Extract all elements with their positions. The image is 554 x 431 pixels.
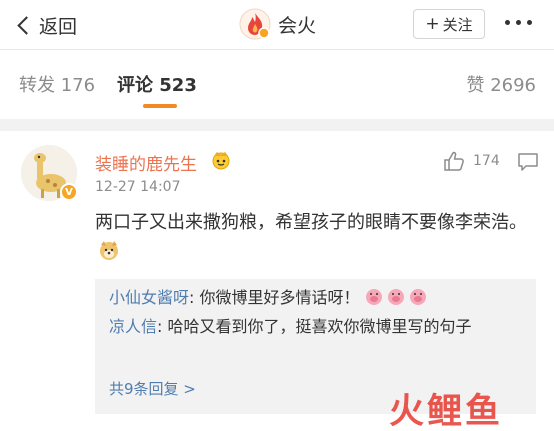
follow-button[interactable]: + 关注 <box>413 9 485 39</box>
list-item: 小仙女酱呀: 你微博里好多情话呀！ <box>109 285 529 310</box>
top-nav-bar: 返回 会火 + 关注 <box>0 0 554 49</box>
thumbs-up-icon <box>444 151 464 171</box>
section-separator <box>0 119 554 131</box>
watermark-char: 火 <box>389 392 426 431</box>
plus-icon: + <box>425 13 440 34</box>
fire-logo-icon <box>239 8 271 40</box>
tab-bar: 转发 176 评论 523 赞 2696 <box>0 60 554 110</box>
doge-emoji-icon <box>98 239 120 261</box>
reply-username[interactable]: 小仙女酱呀 <box>109 288 189 307</box>
back-label: 返回 <box>39 15 78 38</box>
list-item: 凉人信: 哈哈又看到你了，挺喜欢你微博里写的句子 <box>109 314 529 339</box>
watermark-char: 鲤 <box>427 392 464 431</box>
tab-like[interactable]: 赞 2696 <box>466 71 536 97</box>
follow-label: 关注 <box>442 15 473 34</box>
active-tab-indicator <box>143 104 177 108</box>
pig-emoji-icon <box>364 287 430 307</box>
reply-comment-icon[interactable] <box>517 152 539 176</box>
verified-badge-icon: V <box>60 183 78 201</box>
reply-text: : 哈哈又看到你了，挺喜欢你微博里写的句子 <box>157 317 472 336</box>
crown-emoji-icon <box>210 150 232 170</box>
tab-repost[interactable]: 转发 176 <box>19 71 95 97</box>
watermark-char: 鱼 <box>465 392 502 431</box>
reply-username[interactable]: 凉人信 <box>109 317 157 336</box>
tab-comment[interactable]: 评论 523 <box>117 71 197 97</box>
comment-text: 两口子又出来撒狗粮，希望孩子的眼睛不要像李荣浩。 <box>95 208 535 266</box>
nav-divider <box>0 49 554 50</box>
page-title: 会火 <box>239 8 316 40</box>
more-options-icon[interactable] <box>505 20 532 25</box>
comment-body: 两口子又出来撒狗粮，希望孩子的眼睛不要像李荣浩。 <box>95 212 527 233</box>
comment-timestamp: 12-27 14:07 <box>95 179 181 195</box>
like-button[interactable]: 174 <box>443 150 500 172</box>
watermark-logo: 火 鲤 鱼 <box>389 383 501 431</box>
like-count: 174 <box>473 153 500 169</box>
account-name: 会火 <box>278 14 317 37</box>
chevron-left-icon <box>17 15 36 35</box>
view-all-replies-link[interactable]: 共9条回复 > <box>109 378 196 399</box>
comment-username[interactable]: 装睡的鹿先生 <box>95 150 197 175</box>
reply-text: : 你微博里好多情话呀！ <box>189 288 360 307</box>
back-button[interactable]: 返回 <box>14 10 77 40</box>
